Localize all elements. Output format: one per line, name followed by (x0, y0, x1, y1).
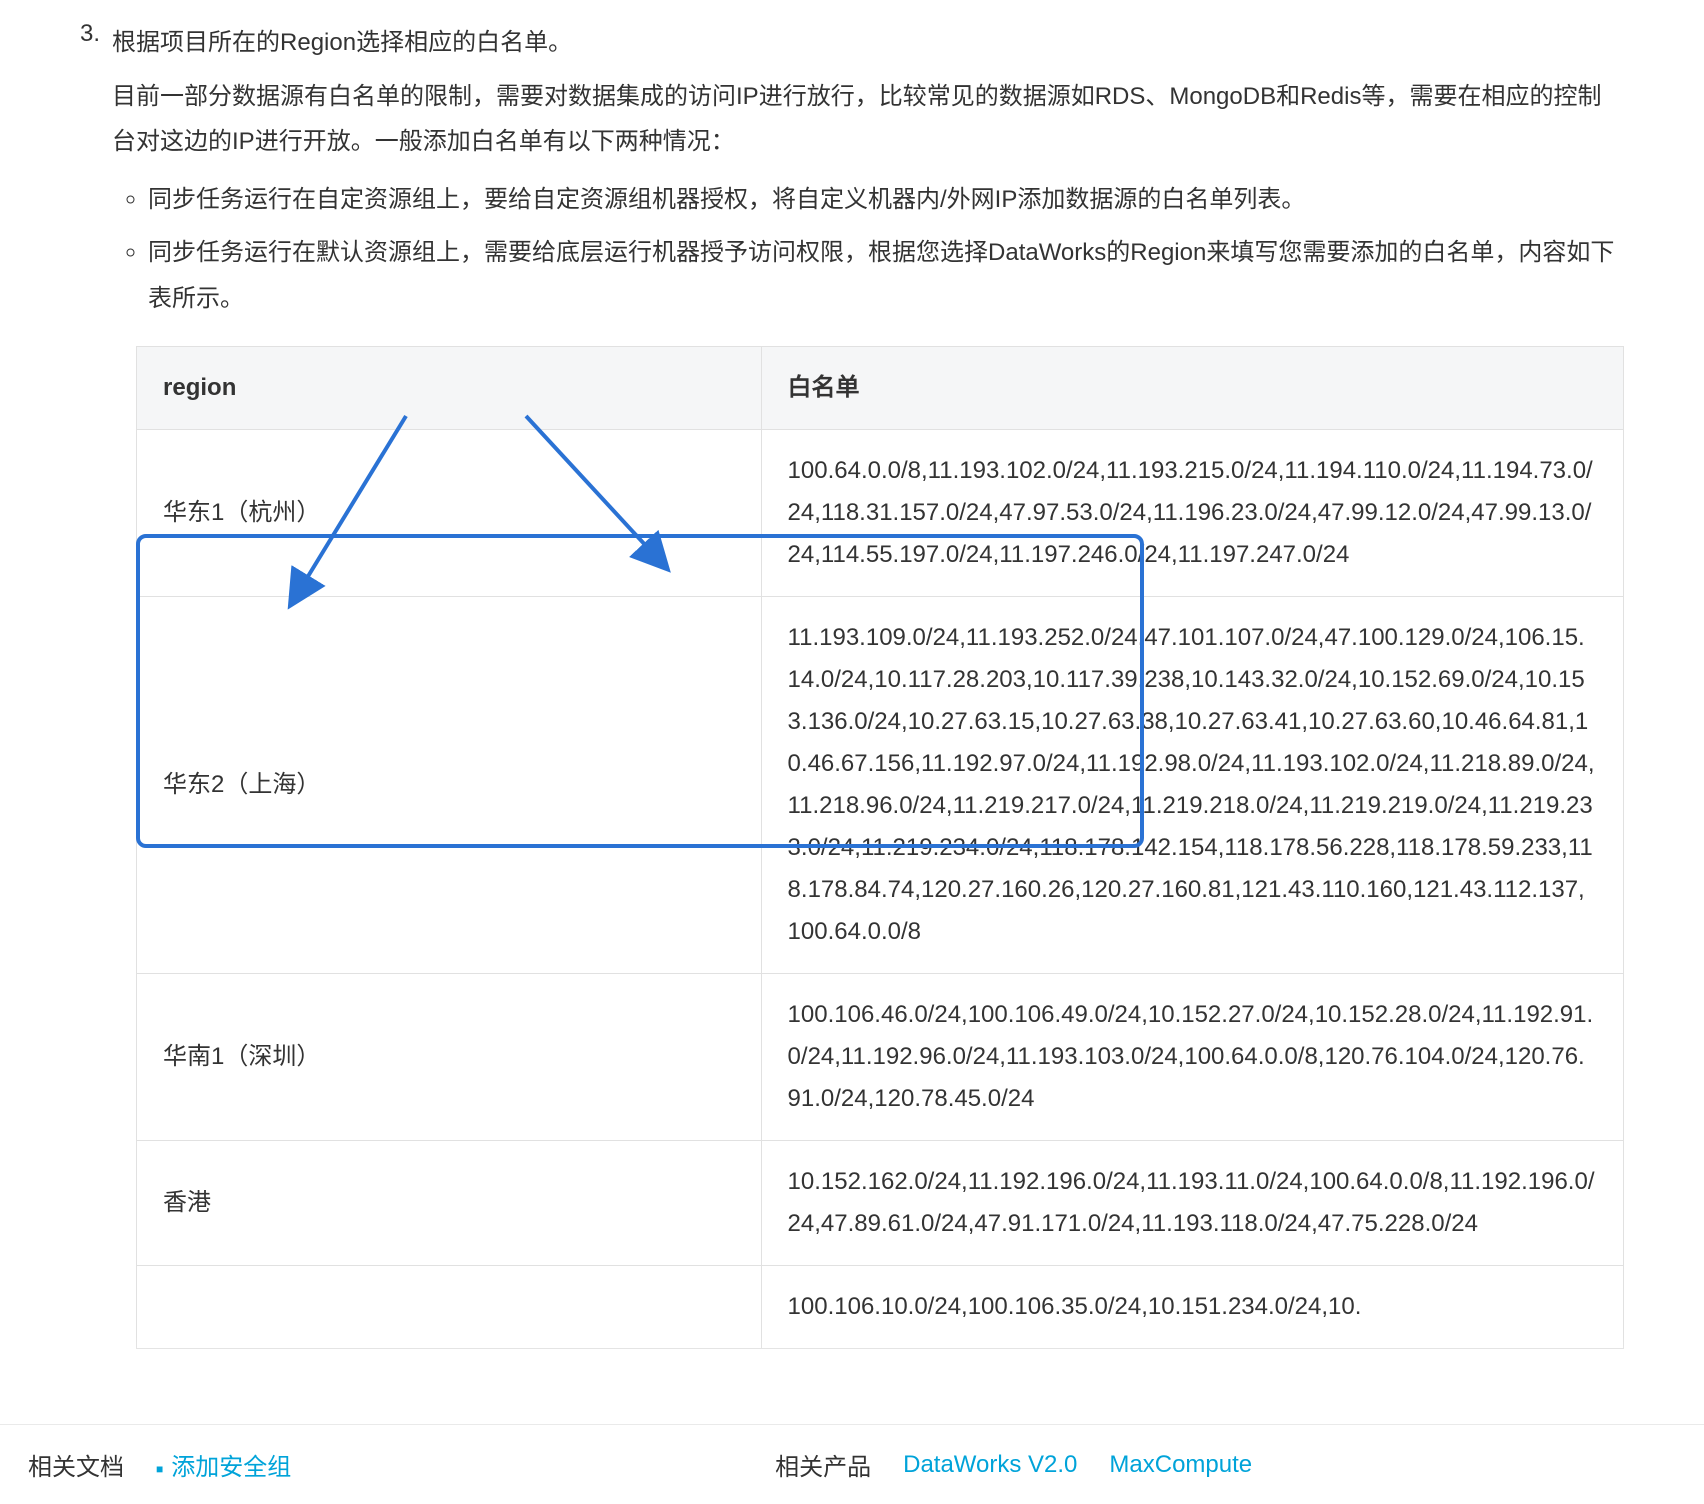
cell-whitelist: 100.106.10.0/24,100.106.35.0/24,10.151.2… (761, 1265, 1623, 1348)
cell-whitelist: 11.193.109.0/24,11.193.252.0/24,47.101.1… (761, 596, 1623, 973)
cell-region: 华东2（上海） (137, 596, 762, 973)
cell-region: 华南1（深圳） (137, 973, 762, 1140)
step-desc: 目前一部分数据源有白名单的限制，需要对数据集成的访问IP进行放行，比较常见的数据… (112, 74, 1624, 165)
table-row: 香港 10.152.162.0/24,11.192.196.0/24,11.19… (137, 1140, 1624, 1265)
cell-region: 华东1（杭州） (137, 429, 762, 596)
table-row: 100.106.10.0/24,100.106.35.0/24,10.151.2… (137, 1265, 1624, 1348)
whitelist-table: region 白名单 华东1（杭州） 100.64.0.0/8,11.193.1… (136, 346, 1624, 1349)
th-whitelist: 白名单 (761, 346, 1623, 429)
step-number: 3. (80, 20, 100, 1349)
cell-whitelist: 10.152.162.0/24,11.192.196.0/24,11.193.1… (761, 1140, 1623, 1265)
step-bullets: 同步任务运行在自定资源组上，要给自定资源组机器授权，将自定义机器内/外网IP添加… (112, 177, 1624, 322)
footer-bar: 相关文档 ■ 添加安全组 相关产品 DataWorks V2.0 MaxCompu… (0, 1424, 1704, 1504)
cell-whitelist: 100.106.46.0/24,100.106.49.0/24,10.152.2… (761, 973, 1623, 1140)
related-docs-label: 相关文档 (28, 1447, 124, 1482)
cell-whitelist: 100.64.0.0/8,11.193.102.0/24,11.193.215.… (761, 429, 1623, 596)
related-products-label: 相关产品 (775, 1447, 871, 1482)
bullet-item: 同步任务运行在自定资源组上，要给自定资源组机器授权，将自定义机器内/外网IP添加… (148, 177, 1624, 223)
th-region: region (137, 346, 762, 429)
table-row: 华东1（杭州） 100.64.0.0/8,11.193.102.0/24,11.… (137, 429, 1624, 596)
bullet-dot-icon: ■ (156, 1462, 163, 1476)
related-product-link[interactable]: DataWorks V2.0 (903, 1451, 1077, 1479)
step-title: 根据项目所在的Region选择相应的白名单。 (112, 20, 1624, 66)
bullet-item: 同步任务运行在默认资源组上，需要给底层运行机器授予访问权限，根据您选择DataW… (148, 230, 1624, 321)
table-row: 华东2（上海） 11.193.109.0/24,11.193.252.0/24,… (137, 596, 1624, 973)
related-product-link[interactable]: MaxCompute (1109, 1451, 1252, 1479)
table-row: 华南1（深圳） 100.106.46.0/24,100.106.49.0/24,… (137, 973, 1624, 1140)
cell-region: 香港 (137, 1140, 762, 1265)
cell-region (137, 1265, 762, 1348)
related-docs-link[interactable]: 添加安全组 (171, 1454, 291, 1481)
